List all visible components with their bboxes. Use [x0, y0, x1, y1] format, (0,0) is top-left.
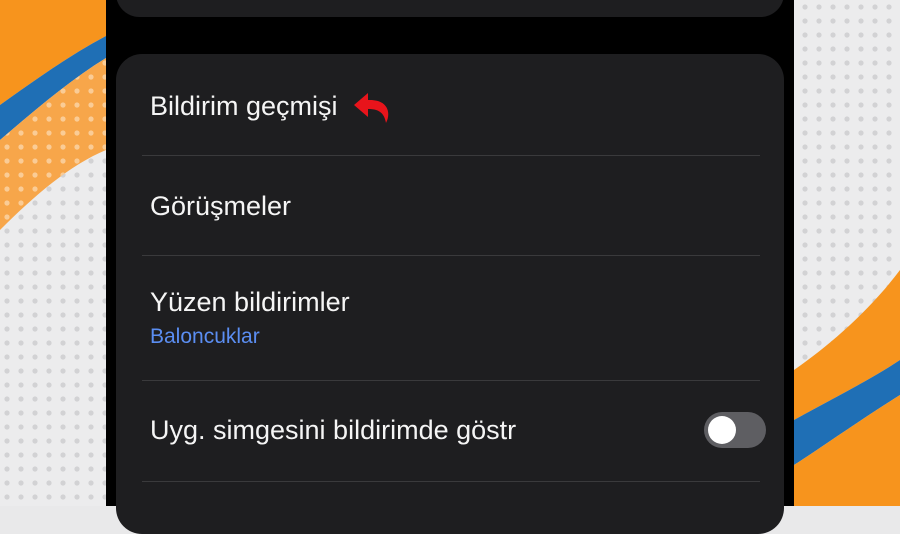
setting-notification-history[interactable]: Bildirim geçmişi	[150, 90, 768, 125]
setting-label: Yüzen bildirimler	[150, 287, 350, 317]
divider	[142, 380, 760, 381]
setting-conversations[interactable]: Görüşmeler	[150, 190, 768, 222]
setting-floating-notifications[interactable]: Yüzen bildirimler Baloncuklar	[150, 286, 768, 350]
previous-settings-card	[116, 0, 784, 17]
toggle-knob	[708, 416, 736, 444]
setting-label: Uyg. simgesini bildirimde göstr	[150, 415, 517, 445]
phone-screen: Bildirim geçmişi Görüşmeler Yüzen bildir…	[106, 0, 794, 534]
app-icon-toggle[interactable]	[704, 412, 766, 448]
red-curved-arrow-icon	[353, 92, 389, 123]
setting-label: Bildirim geçmişi	[150, 91, 338, 121]
setting-value: Baloncuklar	[150, 325, 260, 348]
setting-show-app-icon[interactable]: Uyg. simgesini bildirimde göstr	[150, 412, 768, 448]
divider	[142, 255, 760, 256]
notification-settings-card: Bildirim geçmişi Görüşmeler Yüzen bildir…	[116, 54, 784, 534]
divider	[142, 155, 760, 156]
divider	[142, 481, 760, 482]
setting-label: Görüşmeler	[150, 191, 292, 221]
